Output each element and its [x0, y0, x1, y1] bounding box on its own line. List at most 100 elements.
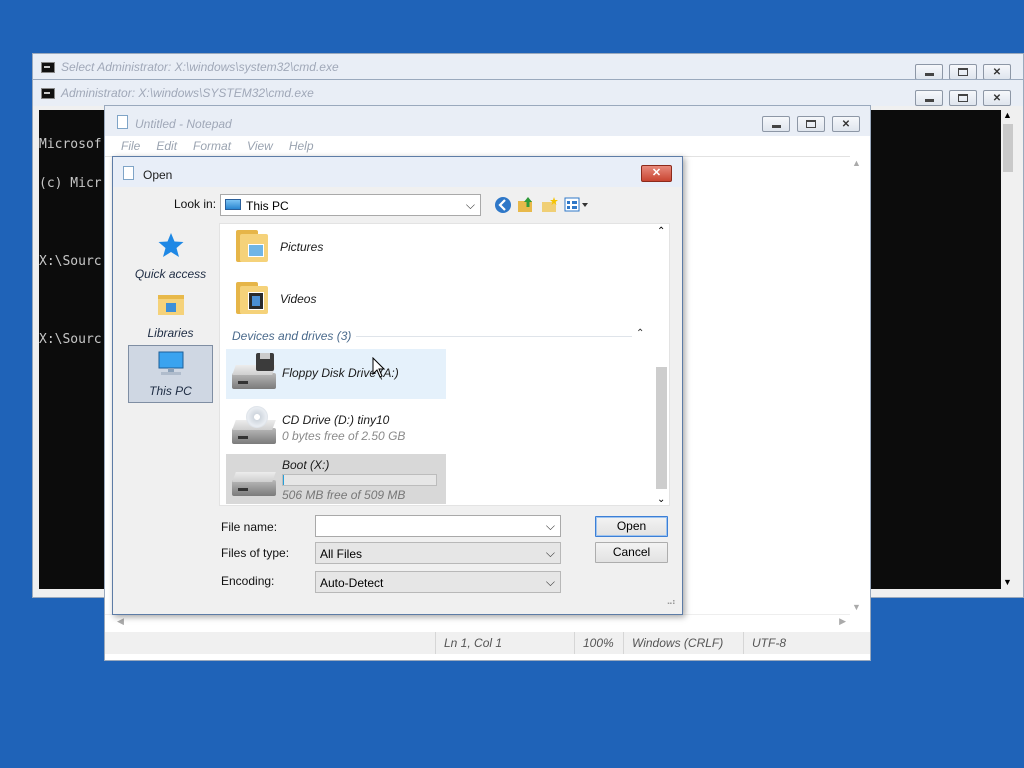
list-item-cd-drive[interactable]: CD Drive (D:) tiny10 0 bytes free of 2.5…	[226, 404, 446, 454]
chevron-down-icon: ⌵	[545, 546, 555, 560]
cancel-button[interactable]: Cancel	[595, 542, 668, 563]
item-label: Videos	[280, 292, 317, 306]
restore-icon	[958, 68, 968, 76]
minimize-button[interactable]	[915, 90, 943, 106]
item-label: Pictures	[280, 240, 324, 254]
place-label: This PC	[149, 384, 192, 398]
place-libraries[interactable]: Libraries	[128, 286, 213, 344]
group-header-label: Devices and drives (3)	[232, 329, 352, 343]
minimize-icon	[924, 99, 934, 102]
look-in-label: Look in:	[174, 197, 217, 211]
open-dialog-title: Open	[143, 168, 173, 182]
close-button[interactable]: ✕	[832, 116, 860, 132]
console-scrollbar[interactable]: ▲ ▼	[1001, 110, 1015, 589]
resize-grip-icon[interactable]: ⠠⠴	[663, 597, 676, 608]
menu-file[interactable]: File	[113, 139, 148, 153]
floppy-drive-icon	[232, 353, 276, 389]
scrollbar-thumb[interactable]	[1003, 124, 1013, 172]
cmd-icon	[41, 62, 55, 73]
minimize-icon	[771, 125, 781, 128]
list-item-floppy[interactable]: Floppy Disk Drive (A:)	[226, 349, 446, 399]
notepad-menubar: File Edit Format View Help	[113, 139, 322, 153]
minimize-icon	[924, 73, 934, 76]
mouse-cursor-icon	[372, 357, 386, 378]
maximize-icon	[806, 120, 816, 128]
notepad-vertical-scrollbar[interactable]: ▲ ▼	[850, 156, 864, 614]
scroll-up-icon[interactable]: ▲	[1003, 110, 1012, 120]
notepad-title: Untitled - Notepad	[135, 117, 232, 131]
notepad-titlebar[interactable]: Untitled - Notepad ✕	[105, 106, 870, 136]
close-icon: ✕	[651, 167, 662, 179]
up-folder-icon[interactable]	[517, 195, 535, 213]
encoding-label: Encoding:	[221, 574, 275, 588]
list-item-pictures[interactable]: Pictures	[226, 224, 446, 268]
files-of-type-dropdown[interactable]: All Files ⌵	[315, 542, 561, 564]
computer-icon	[158, 351, 183, 375]
open-dialog[interactable]: Open ✕ Look in: This PC ⌵ Quick access L…	[112, 156, 683, 615]
scroll-left-icon[interactable]: ◀	[117, 616, 124, 627]
new-folder-icon[interactable]	[541, 196, 559, 214]
item-label: CD Drive (D:) tiny10	[282, 413, 390, 427]
file-list-scrollbar[interactable]: ⌃ ⌄	[654, 224, 668, 505]
scroll-right-icon[interactable]: ▶	[839, 616, 846, 627]
menu-format[interactable]: Format	[185, 139, 239, 153]
place-label: Quick access	[134, 267, 207, 281]
minimize-button[interactable]	[915, 64, 943, 80]
status-zoom: 100%	[574, 632, 624, 654]
chevron-down-icon[interactable]: ⌵	[546, 519, 555, 534]
menu-edit[interactable]: Edit	[148, 139, 185, 153]
drive-usage-bar	[282, 474, 437, 486]
computer-icon	[225, 199, 241, 210]
scrollbar-thumb[interactable]	[656, 367, 667, 489]
close-icon: ✕	[992, 66, 1002, 78]
file-list[interactable]: Pictures Videos Devices and drives (3) ⌃…	[219, 223, 670, 506]
scroll-up-icon[interactable]: ▲	[852, 158, 861, 168]
place-quick-access[interactable]: Quick access	[128, 227, 213, 285]
item-detail: 0 bytes free of 2.50 GB	[282, 429, 406, 443]
dialog-close-button[interactable]: ✕	[641, 165, 672, 182]
file-name-label: File name:	[221, 520, 278, 534]
open-dialog-titlebar[interactable]: Open ✕	[113, 157, 682, 187]
scroll-down-icon[interactable]: ▼	[852, 602, 861, 612]
star-icon	[158, 233, 183, 257]
collapse-icon[interactable]: ⌃	[636, 328, 644, 339]
file-name-input[interactable]: ⌵	[315, 515, 561, 537]
notepad-statusbar: Ln 1, Col 1 100% Windows (CRLF) UTF-8	[105, 632, 870, 654]
minimize-button[interactable]	[762, 116, 790, 132]
cmd-icon	[41, 88, 55, 99]
hard-drive-icon	[232, 466, 276, 496]
look-in-dropdown[interactable]: This PC ⌵	[220, 194, 481, 216]
menu-view[interactable]: View	[239, 139, 281, 153]
open-button[interactable]: Open	[595, 516, 668, 537]
pictures-folder-icon	[234, 228, 268, 262]
status-encoding: UTF-8	[743, 632, 863, 654]
list-item-videos[interactable]: Videos	[226, 276, 446, 320]
notepad-icon	[117, 115, 128, 129]
close-button[interactable]: ✕	[983, 64, 1011, 80]
status-position: Ln 1, Col 1	[435, 632, 575, 654]
status-line-endings: Windows (CRLF)	[623, 632, 743, 654]
scroll-up-icon[interactable]: ⌃	[657, 226, 665, 237]
group-header-devices[interactable]: Devices and drives (3) ⌃	[220, 326, 650, 346]
maximize-button[interactable]	[949, 90, 977, 106]
item-detail: 506 MB free of 509 MB	[282, 488, 406, 502]
menu-help[interactable]: Help	[281, 139, 322, 153]
view-menu-icon[interactable]	[564, 196, 590, 214]
cmd-window-titlebar[interactable]: Administrator: X:\windows\SYSTEM32\cmd.e…	[33, 80, 1023, 106]
close-button[interactable]: ✕	[983, 90, 1011, 106]
maximize-button[interactable]	[797, 116, 825, 132]
scroll-down-icon[interactable]: ⌄	[657, 494, 665, 505]
scroll-down-icon[interactable]: ▼	[1003, 577, 1012, 587]
list-item-boot-drive[interactable]: Boot (X:) 506 MB free of 509 MB	[226, 454, 446, 504]
chevron-down-icon: ⌵	[545, 575, 555, 589]
back-icon[interactable]	[494, 196, 512, 214]
notepad-icon	[123, 166, 134, 180]
maximize-button[interactable]	[949, 64, 977, 80]
encoding-dropdown[interactable]: Auto-Detect ⌵	[315, 571, 561, 593]
libraries-icon	[157, 295, 184, 315]
notepad-horizontal-scrollbar[interactable]: ◀ ▶	[105, 614, 850, 628]
cmd-window-select-titlebar[interactable]: Select Administrator: X:\windows\system3…	[33, 54, 1023, 80]
place-this-pc[interactable]: This PC	[128, 345, 213, 403]
files-of-type-value: All Files	[320, 547, 363, 561]
cmd-window-select-title: Select Administrator: X:\windows\system3…	[61, 60, 339, 74]
